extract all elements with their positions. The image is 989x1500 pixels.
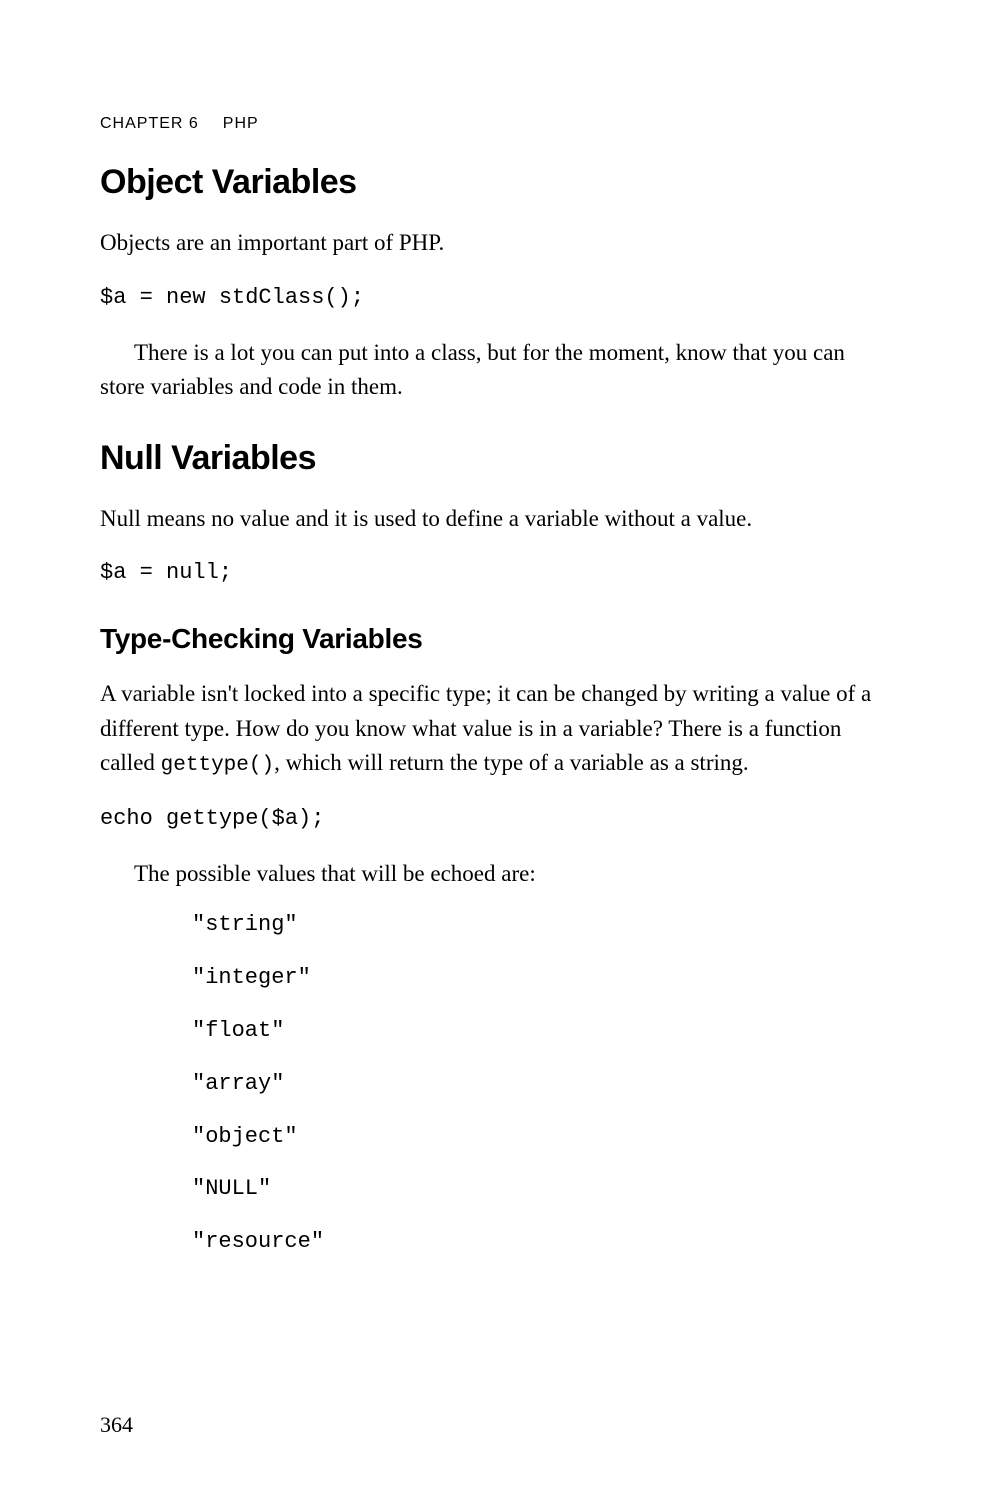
section-type-checking: Type-Checking Variables A variable isn't… [100, 623, 889, 1258]
section-null-variables: Null Variables Null means no value and i… [100, 439, 889, 590]
paragraph: Objects are an important part of PHP. [100, 226, 889, 261]
list-item: "object" [192, 1121, 889, 1153]
running-header: CHAPTER 6 PHP [100, 115, 889, 133]
list-item: "NULL" [192, 1173, 889, 1205]
inline-code: gettype() [161, 754, 274, 777]
paragraph: Null means no value and it is used to de… [100, 502, 889, 537]
page-number: 364 [100, 1412, 133, 1438]
heading-null-variables: Null Variables [100, 439, 889, 478]
paragraph: There is a lot you can put into a class,… [100, 336, 889, 405]
page-content: CHAPTER 6 PHP Object Variables Objects ar… [0, 0, 989, 1352]
chapter-title: PHP [223, 115, 259, 132]
type-list: "string" "integer" "float" "array" "obje… [192, 909, 889, 1258]
list-item: "float" [192, 1015, 889, 1047]
list-item: "array" [192, 1068, 889, 1100]
list-item: "resource" [192, 1226, 889, 1258]
code-block: $a = new stdClass(); [100, 281, 889, 314]
code-block: $a = null; [100, 556, 889, 589]
chapter-number: CHAPTER 6 [100, 115, 199, 132]
list-item: "string" [192, 909, 889, 941]
heading-type-checking: Type-Checking Variables [100, 623, 889, 655]
list-item: "integer" [192, 962, 889, 994]
paragraph: The possible values that will be echoed … [100, 857, 889, 892]
section-object-variables: Object Variables Objects are an importan… [100, 163, 889, 405]
text-run: , which will return the type of a variab… [274, 750, 749, 775]
paragraph: A variable isn't locked into a specific … [100, 677, 889, 782]
code-block: echo gettype($a); [100, 802, 889, 835]
heading-object-variables: Object Variables [100, 163, 889, 202]
